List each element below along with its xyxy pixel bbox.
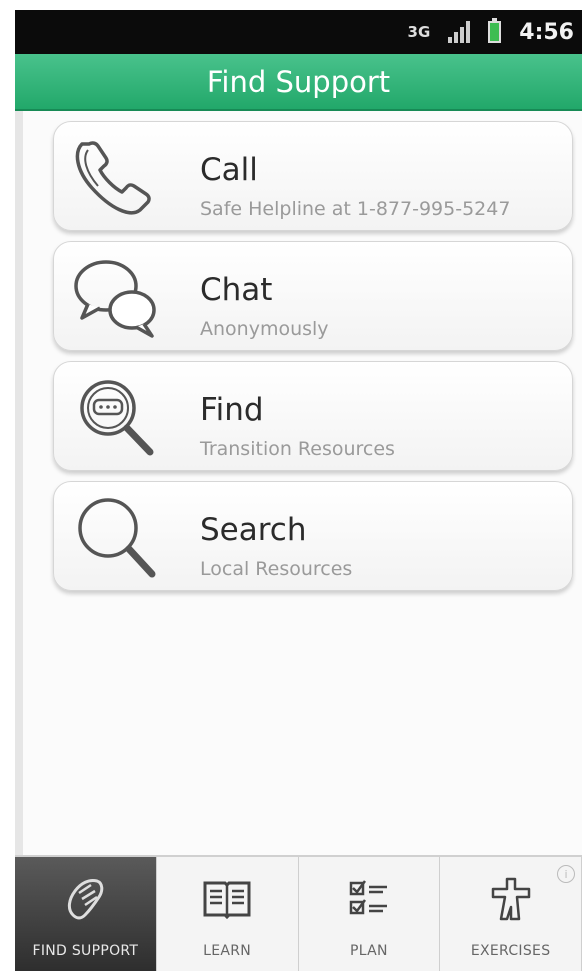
checklist-icon	[349, 880, 387, 915]
find-subtitle: Transition Resources	[200, 438, 395, 460]
find-label: Find	[200, 392, 264, 428]
call-subtitle: Safe Helpline at 1-877-995-5247	[200, 198, 511, 220]
page-title: Find Support	[206, 64, 391, 99]
search-button[interactable]: Search Local Resources	[53, 481, 573, 591]
info-icon[interactable]: i	[557, 865, 575, 883]
search-label: Search	[200, 512, 307, 548]
find-button[interactable]: Find Transition Resources	[53, 361, 573, 471]
figure-icon	[491, 877, 530, 921]
network-type: 3G	[407, 23, 431, 41]
tab-find-support-label: FIND SUPPORT	[32, 943, 139, 959]
status-bar: 3G 4:56	[15, 10, 582, 54]
options-list: Call Safe Helpline at 1-877-995-5247 Cha…	[15, 111, 582, 855]
clock: 4:56	[519, 19, 574, 45]
phone-icon	[75, 141, 151, 215]
bottom-nav: FIND SUPPORT LEARN PLAN EXERCISES i	[15, 855, 582, 971]
tab-plan-label: PLAN	[349, 943, 388, 959]
app-title-bar: Find Support	[15, 54, 582, 111]
call-label: Call	[200, 152, 258, 188]
chat-subtitle: Anonymously	[200, 318, 329, 340]
search-subtitle: Local Resources	[200, 558, 353, 580]
tab-exercises[interactable]: EXERCISES i	[440, 857, 582, 971]
hand-icon	[68, 879, 104, 920]
tab-exercises-label: EXERCISES	[470, 943, 551, 959]
tab-learn[interactable]: LEARN	[157, 857, 299, 971]
tab-plan[interactable]: PLAN	[299, 857, 441, 971]
signal-icon	[448, 21, 471, 43]
book-icon	[203, 881, 251, 920]
tab-learn-label: LEARN	[203, 943, 252, 959]
chat-label: Chat	[200, 272, 273, 308]
tab-find-support[interactable]: FIND SUPPORT	[15, 857, 157, 971]
battery-icon	[488, 18, 502, 43]
magnifier-chat-icon	[80, 380, 154, 456]
chat-bubbles-icon	[74, 260, 156, 338]
magnifier-icon	[78, 498, 156, 578]
call-button[interactable]: Call Safe Helpline at 1-877-995-5247	[53, 121, 573, 231]
chat-button[interactable]: Chat Anonymously	[53, 241, 573, 351]
